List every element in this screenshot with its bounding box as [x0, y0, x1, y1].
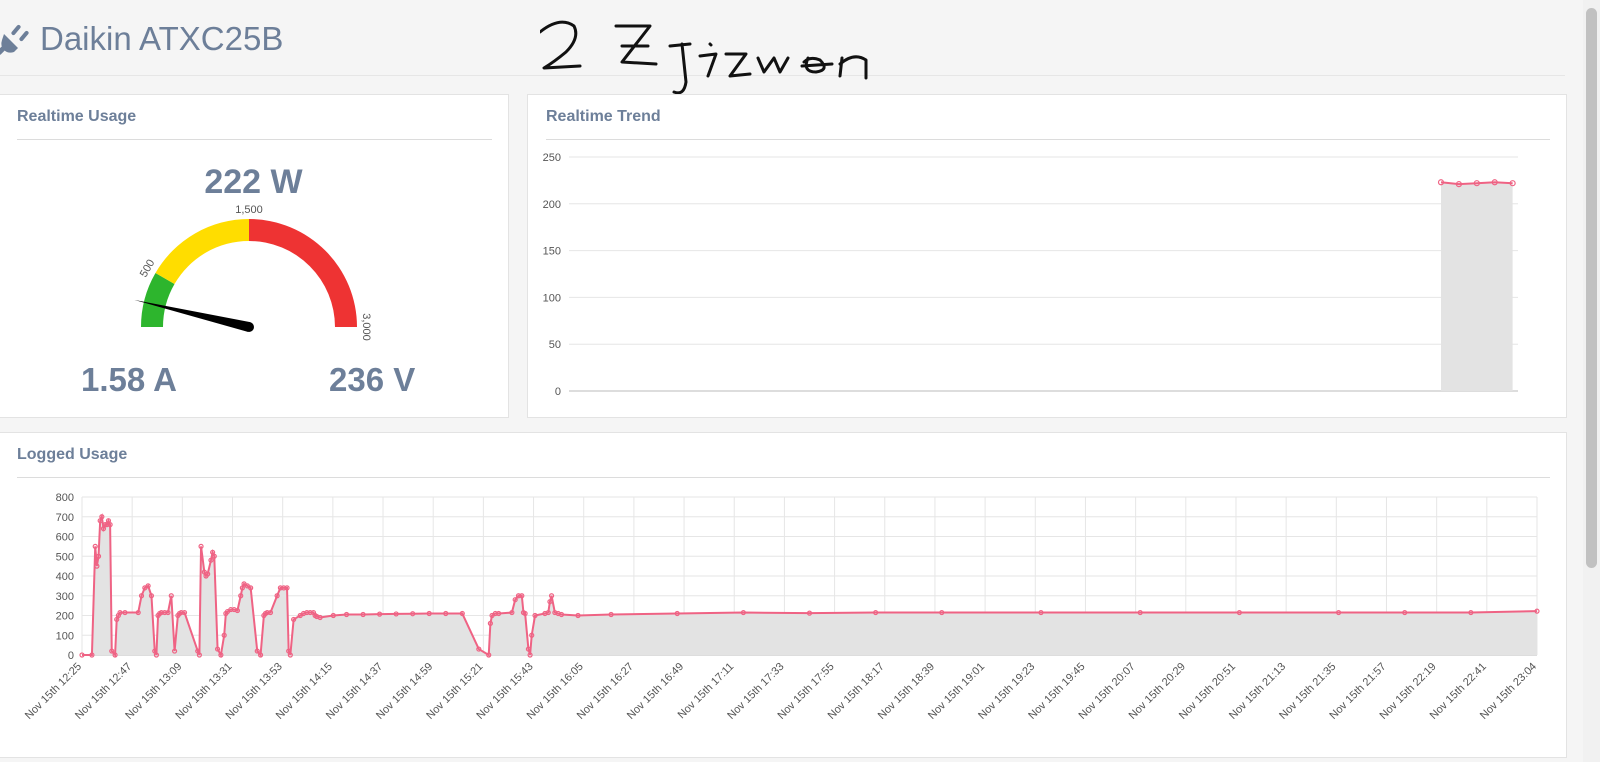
gauge-label-1500: 1,500	[235, 204, 263, 216]
y-tick-label: 200	[543, 199, 561, 211]
gauge-band-0	[141, 273, 175, 327]
y-tick-label: 800	[56, 492, 74, 504]
y-tick-label: 200	[56, 611, 74, 623]
plug-icon	[0, 24, 29, 55]
realtime-trend-panel: Realtime Trend 0 50 100 150 200 250	[527, 94, 1567, 418]
current-readout: 1.58 A	[81, 361, 178, 398]
y-tick-label: 250	[543, 152, 561, 164]
realtime-usage-panel: Realtime Usage 222 W 500 1,500 3,000 1.5…	[0, 94, 509, 418]
y-tick-label: 700	[56, 512, 74, 524]
gauge-band-2	[249, 219, 357, 327]
voltage-readout: 236 V	[329, 361, 416, 398]
y-tick-label: 600	[56, 532, 74, 544]
gauge-hub	[244, 322, 254, 332]
handwritten-signature	[540, 20, 868, 95]
gauge-label-3000: 3,000	[360, 313, 372, 341]
series-area	[1441, 182, 1513, 391]
scrollbar-thumb[interactable]	[1586, 8, 1597, 568]
y-tick-label: 50	[549, 339, 561, 351]
realtime-trend-chart: 0 50 100 150 200 250	[543, 152, 1518, 398]
y-tick-label: 500	[56, 551, 74, 563]
y-tick-label: 300	[56, 591, 74, 603]
series-area	[82, 516, 1537, 655]
y-tick-label: 0	[68, 650, 74, 662]
y-tick-label: 150	[543, 246, 561, 258]
y-tick-label: 400	[56, 571, 74, 583]
y-tick-label: 100	[56, 630, 74, 642]
logged-usage-chart: 0100200300400500600700800Nov 15th 12:25N…	[23, 492, 1540, 722]
y-tick-label: 100	[543, 292, 561, 304]
page-title: Daikin ATXC25B	[40, 20, 284, 57]
vertical-scrollbar[interactable]	[1583, 0, 1600, 762]
gauge-band-1	[155, 219, 249, 284]
y-tick-label: 0	[555, 386, 561, 398]
power-gauge: 500 1,500 3,000	[134, 204, 372, 341]
logged-usage-panel: Logged Usage 0 100 200 300 400 500 600 700 800 No…	[0, 432, 1567, 758]
